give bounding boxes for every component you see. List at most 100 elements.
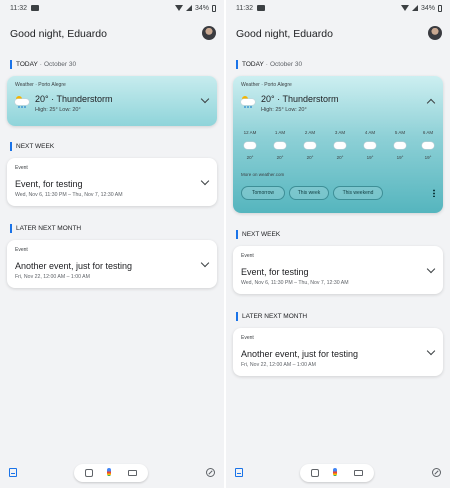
section-later-next-month-label: LATER NEXT MONTH: [242, 313, 308, 320]
thunderstorm-icon: [241, 96, 257, 108]
section-marker: [10, 60, 12, 69]
cloud-icon: [394, 142, 406, 149]
chevron-down-icon[interactable]: [200, 258, 210, 268]
section-today-label: TODAY: [242, 61, 264, 68]
hour-forecast: 3 AM 20°: [325, 130, 355, 160]
chevron-down-icon[interactable]: [200, 94, 210, 104]
discover-feed-icon[interactable]: [235, 468, 243, 477]
hour-time: 2 AM: [304, 130, 316, 135]
more-weather-link[interactable]: More on weather.com: [241, 172, 284, 177]
section-later-next-month: LATER NEXT MONTH: [10, 224, 81, 233]
bottom-bar: [0, 460, 224, 488]
hour-forecast: 1 AM 20°: [265, 130, 295, 160]
event-title: Event, for testing: [15, 179, 83, 189]
lens-icon[interactable]: [311, 469, 319, 477]
section-today: TODAY · October 30: [236, 60, 302, 69]
battery-icon: [438, 4, 442, 12]
section-marker: [10, 142, 12, 151]
section-marker: [10, 224, 12, 233]
compass-icon[interactable]: [432, 468, 441, 477]
hour-temp: 19°: [424, 155, 432, 160]
cloud-icon: [334, 142, 346, 149]
section-today-date: October 30: [269, 61, 303, 68]
event-card[interactable]: Event Another event, just for testing Fr…: [7, 240, 217, 288]
hour-temp: 20°: [306, 155, 314, 160]
event-tag: Event: [241, 335, 254, 341]
section-marker: [236, 60, 238, 69]
signal-icon: [185, 5, 192, 11]
more-options-icon[interactable]: [433, 189, 435, 197]
weather-card-expanded[interactable]: Weather · Porto Alegre 20° · Thunderstor…: [233, 76, 443, 213]
avatar[interactable]: [428, 26, 442, 40]
event-tag: Event: [241, 253, 254, 259]
bottom-bar: [226, 460, 450, 488]
event-card[interactable]: Event Event, for testing Wed, Nov 6, 11:…: [7, 158, 217, 206]
section-today: TODAY · October 30: [10, 60, 76, 69]
search-pill[interactable]: [74, 464, 148, 482]
battery-percent: 34%: [420, 4, 435, 12]
event-card[interactable]: Event Event, for testing Wed, Nov 6, 11:…: [233, 246, 443, 294]
weather-condition: 20° · Thunderstorm: [35, 94, 113, 104]
discover-feed-icon[interactable]: [9, 468, 17, 477]
event-time: Wed, Nov 6, 11:30 PM – Thu, Nov 7, 12:30…: [241, 280, 349, 286]
battery-percent: 34%: [194, 4, 209, 12]
hour-temp: 19°: [366, 155, 374, 160]
signal-icon: [411, 5, 418, 11]
hour-forecast: 5 AM 19°: [385, 130, 415, 160]
section-today-dot: ·: [39, 61, 42, 68]
chevron-down-icon[interactable]: [200, 176, 210, 186]
cloud-icon: [364, 142, 376, 149]
cloud-icon: [274, 142, 286, 149]
event-title: Another event, just for testing: [241, 349, 359, 359]
weather-header: Weather · Porto Alegre: [15, 82, 66, 88]
event-time: Fri, Nov 22, 12:00 AM – 1:00 AM: [15, 274, 90, 280]
weather-high-low: High: 25° Low: 20°: [261, 107, 307, 113]
battery-icon: [212, 4, 216, 12]
chevron-up-icon[interactable]: [426, 98, 436, 108]
section-marker: [236, 230, 238, 239]
greeting: Good night, Eduardo: [236, 28, 333, 40]
cloud-icon: [304, 142, 316, 149]
chevron-down-icon[interactable]: [426, 264, 436, 274]
hour-temp: 19°: [396, 155, 404, 160]
hour-time: 5 AM: [394, 130, 406, 135]
avatar[interactable]: [202, 26, 216, 40]
event-card[interactable]: Event Another event, just for testing Fr…: [233, 328, 443, 376]
thunderstorm-icon: [15, 96, 31, 108]
weather-card[interactable]: Weather · Porto Alegre 20° · Thunderstor…: [7, 76, 217, 126]
section-marker: [236, 312, 238, 321]
right-screen: 11:32 34% Good night, Eduardo TODAY · Oc…: [226, 0, 450, 488]
mic-icon[interactable]: [333, 468, 337, 476]
chevron-down-icon[interactable]: [426, 346, 436, 356]
section-today-label: TODAY: [16, 61, 38, 68]
compass-icon[interactable]: [206, 468, 215, 477]
wifi-icon: [400, 5, 409, 11]
lens-icon[interactable]: [85, 469, 93, 477]
chip-tomorrow[interactable]: Tomorrow: [241, 186, 285, 200]
wifi-icon: [174, 5, 183, 11]
event-tag: Event: [15, 247, 28, 253]
status-bar: 11:32 34%: [0, 0, 224, 16]
hour-forecast: 4 AM 19°: [355, 130, 385, 160]
search-pill[interactable]: [300, 464, 374, 482]
hour-time: 12 AM: [243, 130, 257, 135]
partly-sunny-icon: [422, 140, 434, 149]
section-today-date: October 30: [43, 61, 77, 68]
keyboard-icon[interactable]: [354, 470, 363, 476]
section-later-next-month: LATER NEXT MONTH: [236, 312, 307, 321]
hour-temp: 20°: [336, 155, 344, 160]
hour-time: 4 AM: [364, 130, 376, 135]
weather-condition: 20° · Thunderstorm: [261, 94, 339, 104]
message-notification-icon: [31, 5, 39, 11]
cloud-icon: [244, 142, 256, 149]
event-title: Another event, just for testing: [15, 261, 133, 271]
hour-time: 1 AM: [274, 130, 286, 135]
chip-this-weekend[interactable]: This weekend: [333, 186, 383, 200]
mic-icon[interactable]: [107, 468, 111, 476]
section-next-week: NEXT WEEK: [10, 142, 54, 151]
message-notification-icon: [257, 5, 265, 11]
event-title: Event, for testing: [241, 267, 309, 277]
keyboard-icon[interactable]: [128, 470, 137, 476]
chip-this-week[interactable]: This week: [289, 186, 329, 200]
hour-time: 3 AM: [334, 130, 346, 135]
